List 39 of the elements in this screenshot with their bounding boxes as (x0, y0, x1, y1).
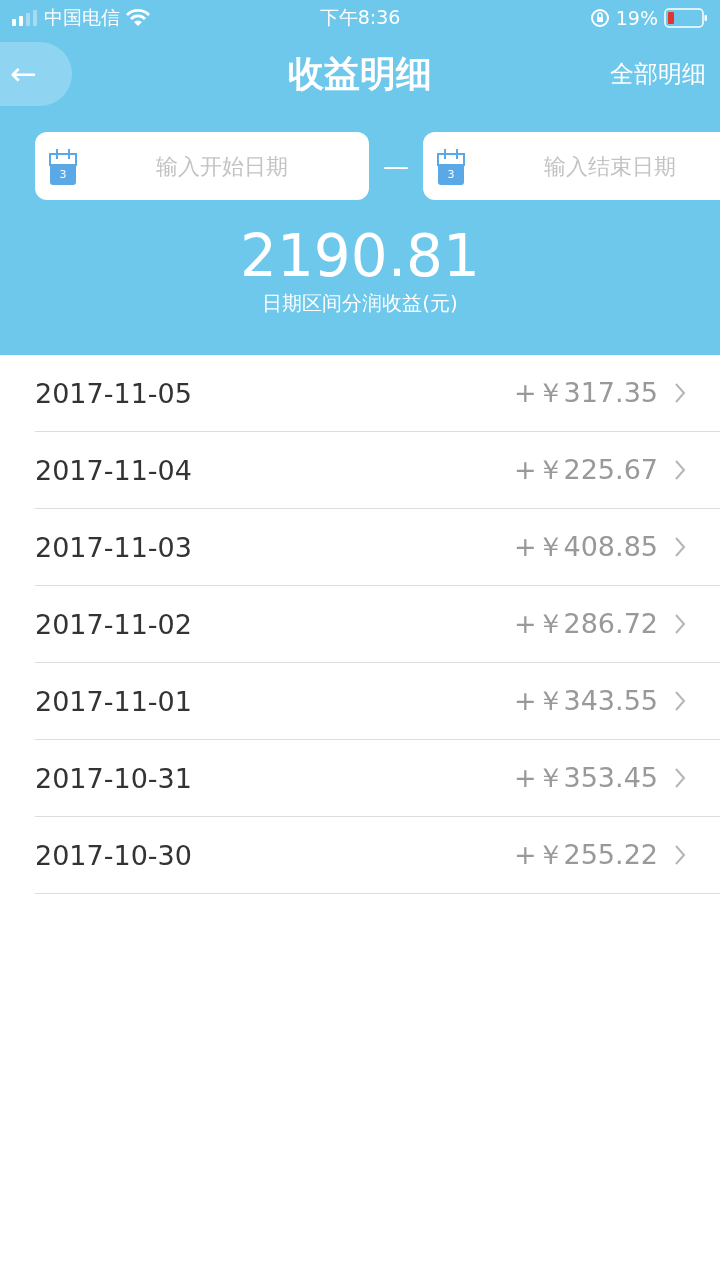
row-date: 2017-11-04 (35, 454, 193, 486)
earnings-row[interactable]: 2017-11-04 +￥225.67 (35, 432, 720, 509)
row-amount: +￥343.55 (513, 684, 658, 718)
earnings-row[interactable]: 2017-11-05 +￥317.35 (35, 355, 720, 432)
row-date: 2017-10-30 (35, 839, 193, 871)
chevron-icon (674, 536, 686, 558)
earnings-row[interactable]: 2017-11-03 +￥408.85 (35, 509, 720, 586)
page-title: 收益明细 (288, 51, 432, 96)
chevron-icon (674, 459, 686, 481)
row-date: 2017-11-02 (35, 608, 193, 640)
earnings-row[interactable]: 2017-10-31 +￥353.45 (35, 740, 720, 817)
wifi-icon (126, 9, 150, 27)
chevron-icon (674, 613, 686, 635)
earnings-row[interactable]: 2017-11-02 +￥286.72 (35, 586, 720, 663)
earnings-row[interactable]: 2017-11-01 +￥343.55 (35, 663, 720, 740)
total-amount: 2190.81 (240, 224, 480, 288)
battery-icon (664, 8, 708, 28)
rotation-lock-icon (589, 8, 610, 28)
row-date: 2017-11-03 (35, 531, 193, 563)
chevron-icon (674, 767, 686, 789)
battery-percent: 19% (615, 7, 658, 29)
row-date: 2017-11-01 (35, 685, 193, 717)
carrier-name: 中国电信 (44, 5, 120, 30)
row-amount: +￥408.85 (513, 530, 658, 564)
row-amount: +￥225.67 (513, 453, 658, 487)
range-separator: — (383, 151, 409, 181)
row-amount: +￥255.22 (513, 838, 658, 872)
row-amount: +￥353.45 (513, 761, 658, 795)
chevron-icon (674, 382, 686, 404)
status-time: 下午8:36 (319, 5, 401, 30)
row-amount: +￥317.35 (513, 376, 658, 410)
row-date: 2017-11-05 (35, 377, 193, 409)
chevron-icon (674, 690, 686, 712)
earnings-row[interactable]: 2017-10-30 +￥255.22 (35, 817, 720, 894)
row-amount: +￥286.72 (513, 607, 658, 641)
amount-caption: 日期区间分润收益(元) (262, 290, 458, 317)
row-date: 2017-10-31 (35, 762, 193, 794)
signal-icon (12, 10, 38, 26)
chevron-icon (674, 844, 686, 866)
